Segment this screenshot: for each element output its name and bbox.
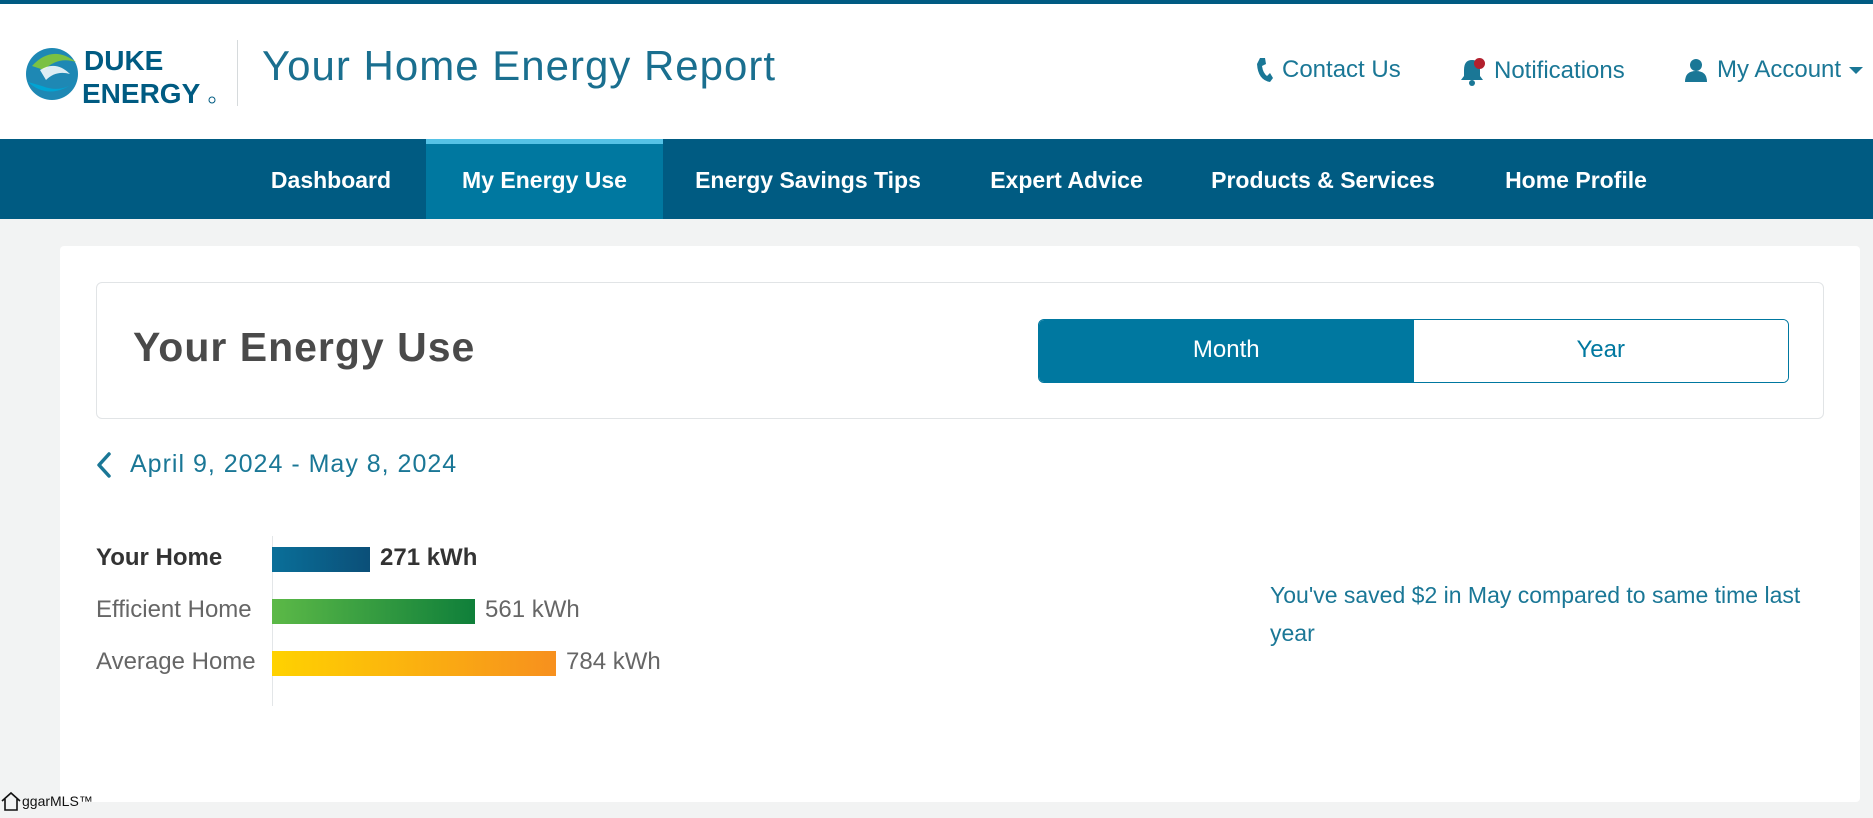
notifications-label: Notifications <box>1494 57 1625 84</box>
phone-icon <box>1257 58 1273 82</box>
duke-energy-logo[interactable]: DUKE ENERGY <box>22 40 218 112</box>
period-selector: April 9, 2024 - May 8, 2024 <box>96 450 457 479</box>
period-toggle: Month Year <box>1038 319 1789 383</box>
nav-expert-advice[interactable]: Expert Advice <box>953 139 1180 219</box>
savings-message: You've saved $2 in May compared to same … <box>1270 582 1801 646</box>
svg-text:DUKE: DUKE <box>84 45 163 76</box>
chevron-left-icon[interactable] <box>96 451 112 478</box>
bell-icon <box>1458 56 1486 86</box>
bar-label-average-home: Average Home <box>96 648 256 675</box>
bar-value-efficient-home: 561 kWh <box>485 596 580 623</box>
watermark-text: ggarMLS™ <box>22 793 93 809</box>
energy-use-title: Your Energy Use <box>133 324 476 370</box>
notifications-link[interactable]: Notifications <box>1458 56 1625 86</box>
nav-home-profile[interactable]: Home Profile <box>1466 139 1686 219</box>
bar-your-home <box>272 547 370 572</box>
main-nav: Dashboard My Energy Use Energy Savings T… <box>0 139 1873 219</box>
usage-comparison-chart: Your Home 271 kWh Efficient Home 561 kWh Ave… <box>96 536 896 706</box>
my-account-menu[interactable]: My Account <box>1683 56 1865 84</box>
year-toggle-button[interactable]: Year <box>1413 320 1788 382</box>
my-account-label: My Account <box>1717 56 1842 83</box>
nav-products-services[interactable]: Products & Services <box>1180 139 1466 219</box>
nav-dashboard[interactable]: Dashboard <box>240 139 422 219</box>
period-label: April 9, 2024 - May 8, 2024 <box>130 450 458 478</box>
site-header: DUKE ENERGY Your Home Energy Report Cont… <box>0 4 1873 139</box>
bar-value-average-home: 784 kWh <box>566 648 661 675</box>
energy-use-panel: Your Energy Use Month Year <box>96 282 1824 419</box>
notification-dot <box>1474 58 1485 69</box>
bar-value-your-home: 271 kWh <box>380 544 478 571</box>
bar-label-efficient-home: Efficient Home <box>96 596 252 623</box>
chevron-down-icon <box>1849 67 1864 74</box>
page-title: Your Home Energy Report <box>262 42 777 89</box>
nav-my-energy-use[interactable]: My Energy Use <box>426 139 663 219</box>
nav-energy-savings-tips[interactable]: Energy Savings Tips <box>663 139 953 219</box>
user-icon <box>1685 59 1707 82</box>
logo-divider <box>237 40 238 106</box>
energy-use-card: Your Energy Use Month Year April 9, 2024… <box>60 246 1860 802</box>
house-icon <box>1 791 21 811</box>
month-toggle-button[interactable]: Month <box>1039 320 1414 382</box>
bar-label-your-home: Your Home <box>96 544 223 571</box>
bar-efficient-home <box>272 599 475 624</box>
mls-watermark: ggarMLS™ <box>0 790 93 812</box>
contact-us-label: Contact Us <box>1282 56 1401 83</box>
bar-average-home <box>272 651 556 676</box>
contact-us-link[interactable]: Contact Us <box>1254 56 1401 84</box>
svg-text:ENERGY: ENERGY <box>82 78 201 109</box>
